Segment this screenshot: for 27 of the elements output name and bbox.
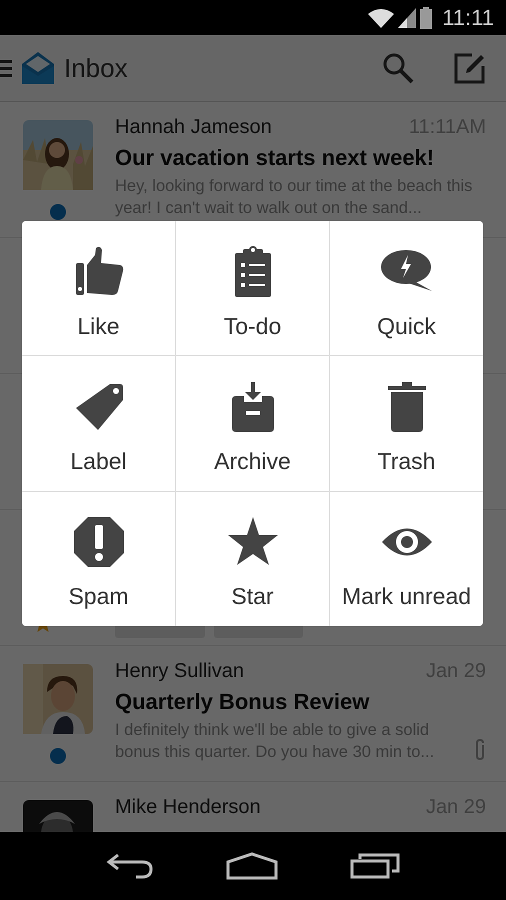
- back-icon[interactable]: [106, 853, 154, 879]
- action-button[interactable]: Quick: [330, 221, 483, 356]
- envelope-logo-icon: [22, 52, 54, 84]
- clock: 11:11: [442, 4, 494, 30]
- action-button[interactable]: Label: [22, 356, 175, 491]
- signal-icon: [398, 8, 416, 28]
- compose-icon[interactable]: [454, 52, 486, 84]
- action-button[interactable]: Mark unread: [330, 492, 483, 626]
- battery-icon: [420, 6, 432, 28]
- sender-name: Mike Henderson: [115, 796, 261, 819]
- recent-apps-icon[interactable]: [350, 853, 400, 879]
- action-button[interactable]: To-do: [176, 221, 329, 356]
- action-button[interactable]: Trash: [330, 356, 483, 491]
- app-title: Inbox: [64, 52, 128, 84]
- warning-octagon-icon: [72, 515, 126, 570]
- email-subject: Quarterly Bonus Review: [115, 689, 370, 715]
- action-button[interactable]: Spam: [22, 492, 175, 626]
- home-icon[interactable]: [226, 852, 278, 880]
- action-button[interactable]: Archive: [176, 356, 329, 491]
- action-button[interactable]: Like: [22, 221, 175, 356]
- sender-name: Henry Sullivan: [115, 660, 244, 683]
- menu-icon[interactable]: [0, 58, 12, 78]
- sender-name: Hannah Jameson: [115, 116, 272, 139]
- search-icon[interactable]: [382, 52, 414, 84]
- email-subject: Our vacation starts next week!: [115, 145, 436, 171]
- action-button[interactable]: Star: [176, 492, 329, 626]
- wifi-icon: [368, 8, 394, 28]
